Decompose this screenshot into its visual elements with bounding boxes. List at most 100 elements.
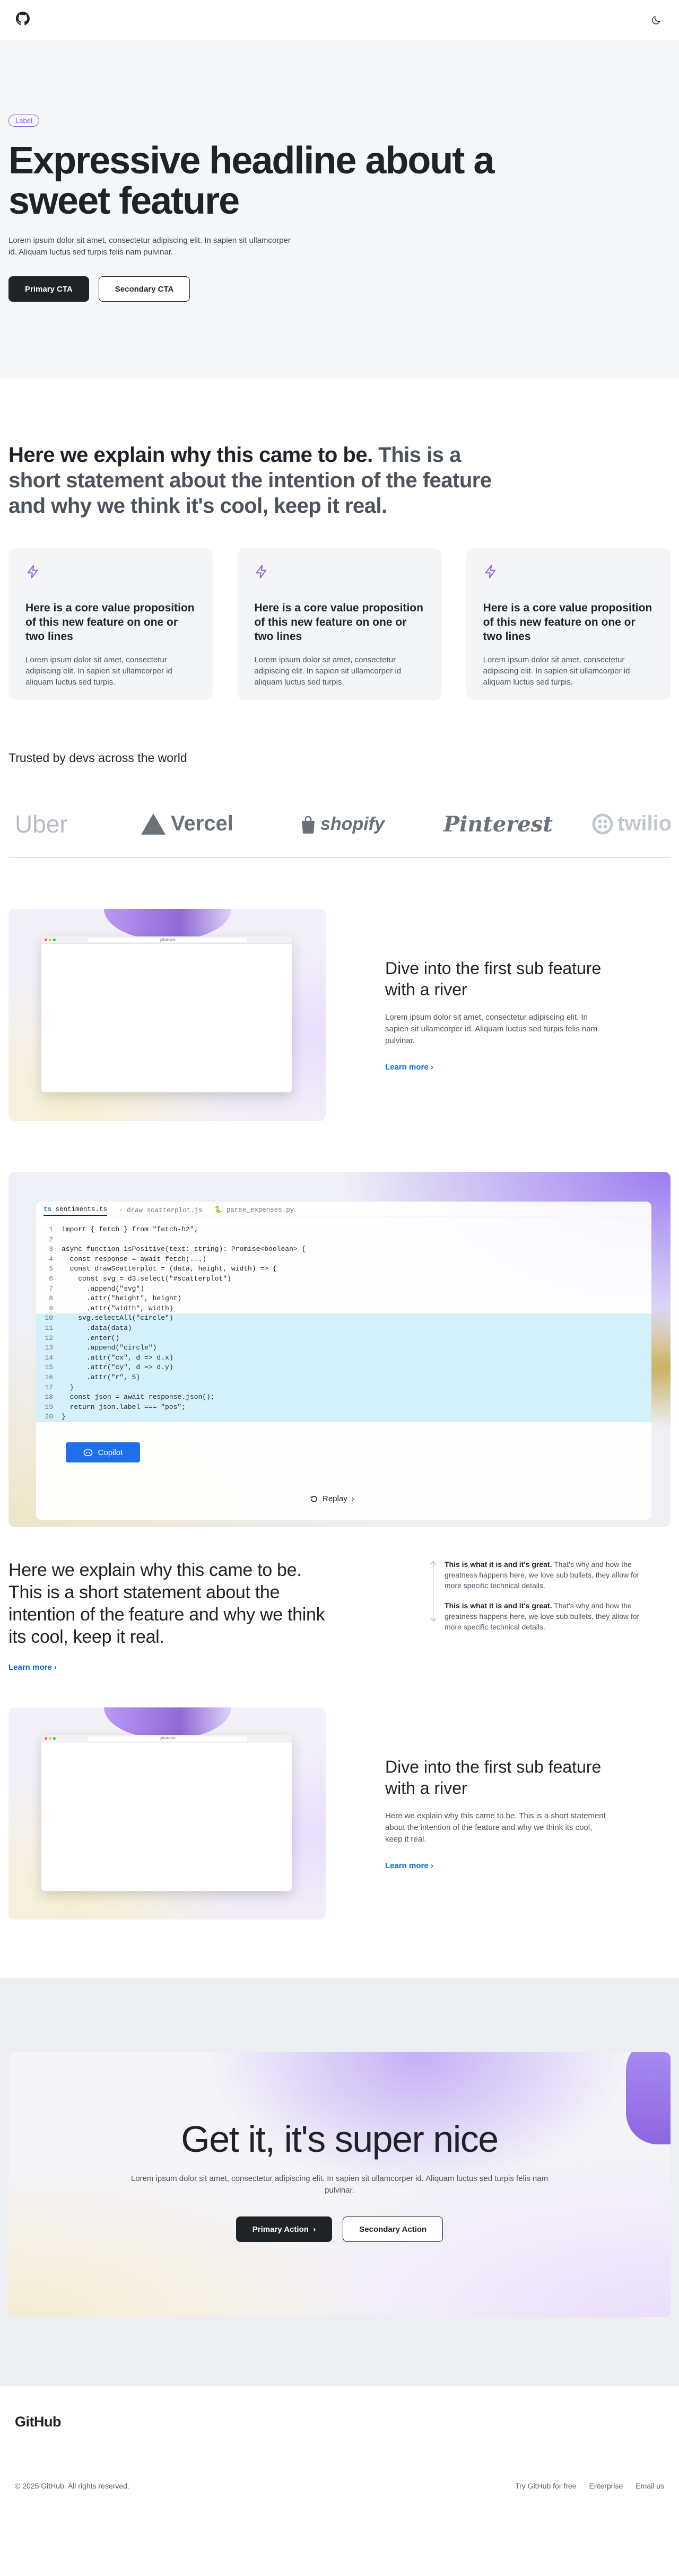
- river-body: Here we explain why this came to be. Thi…: [385, 1811, 606, 1844]
- line-number: 5: [49, 1265, 53, 1273]
- code-line: 19 return json.label === "pos";: [36, 1402, 651, 1413]
- hero-buttons: Primary CTA Secondary CTA: [8, 276, 671, 302]
- line-number: 12: [45, 1334, 53, 1342]
- github-wordmark[interactable]: GitHub: [15, 2414, 61, 2430]
- hero-badge: Label: [8, 115, 39, 127]
- learn-more-label: Learn more: [385, 1861, 429, 1870]
- github-logo-link[interactable]: [16, 12, 30, 28]
- explain-headline: Here we explain why this came to be. Thi…: [8, 1560, 325, 1647]
- learn-more-link[interactable]: Learn more ›: [8, 1663, 57, 1672]
- learn-more-link[interactable]: Learn more ›: [385, 1861, 433, 1870]
- learn-more-label: Learn more: [385, 1063, 429, 1072]
- primary-action-button[interactable]: Primary Action ›: [236, 2216, 333, 2242]
- river-title: Dive into the first sub feature with a r…: [385, 959, 602, 999]
- value-card: Here is a core value proposition of this…: [237, 548, 442, 700]
- vercel-logo: Vercel: [141, 812, 233, 836]
- learn-more-link[interactable]: Learn more ›: [385, 1063, 433, 1072]
- explain-left: Here we explain why this came to be. Thi…: [8, 1559, 337, 1686]
- replay-label: Replay: [323, 1494, 347, 1503]
- tab-parse-expenses-py[interactable]: 🐍 parse_expenses.py: [214, 1205, 294, 1216]
- code-showcase: ts sentiments.ts ⚡ draw_scatterplot.js 🐍…: [8, 1172, 671, 1527]
- shopping-bag-icon: [302, 816, 315, 834]
- footer-bottom-row: © 2025 GitHub. All rights reserved. Try …: [0, 2458, 679, 2513]
- footer-link-try-free[interactable]: Try GitHub for free: [515, 2482, 576, 2490]
- trusted-section: Trusted by devs across the world Uber Ve…: [0, 700, 679, 848]
- code-lines: 1 import { fetch } from "fetch-h2"; 2 3 asyn…: [36, 1216, 651, 1422]
- value-cards: Here is a core value proposition of this…: [8, 548, 671, 700]
- twilio-logo-text: twilio: [617, 812, 671, 835]
- secondary-cta-button[interactable]: Secondary CTA: [98, 276, 190, 302]
- maximize-dot-icon: [53, 1737, 56, 1740]
- code-text: }: [62, 1383, 74, 1391]
- code-line: 12 .enter(): [36, 1333, 651, 1344]
- line-number: 19: [45, 1403, 53, 1411]
- explain-bullets: This is what it is and it's great. That'…: [428, 1559, 656, 1686]
- chevron-right-icon: ›: [54, 1663, 57, 1672]
- bolt-icon: [27, 565, 38, 579]
- code-text: .attr("height", height): [62, 1294, 182, 1303]
- intro-section: Here we explain why this came to be. Thi…: [0, 379, 679, 700]
- code-line: 11 .data(data): [36, 1323, 651, 1334]
- footer-link-email[interactable]: Email us: [636, 2482, 664, 2490]
- bullet-item: This is what it is and it's great. That'…: [445, 1600, 656, 1632]
- line-number: 9: [49, 1304, 53, 1312]
- uber-logo: Uber: [15, 810, 68, 838]
- code-line: 8 .attr("height", height): [36, 1294, 651, 1304]
- feature-river-2: github.com Dive into the first sub featu…: [0, 1707, 679, 1920]
- bullet-strong: This is what it is and it's great.: [445, 1560, 552, 1569]
- editor-tabs: ts sentiments.ts ⚡ draw_scatterplot.js 🐍…: [36, 1202, 651, 1216]
- tab-sentiments-ts[interactable]: ts sentiments.ts: [43, 1205, 108, 1216]
- footer-link-enterprise[interactable]: Enterprise: [589, 2482, 623, 2490]
- code-line: 18 const json = await response.json();: [36, 1392, 651, 1403]
- replay-icon: [310, 1495, 317, 1502]
- tab-draw-scatterplot-js[interactable]: ⚡ draw_scatterplot.js: [119, 1205, 203, 1216]
- code-line: 10 svg.selectAll("circle"): [36, 1313, 651, 1324]
- cta-section: Get it, it's super nice Lorem ipsum dolo…: [0, 1978, 679, 2386]
- section-divider: [8, 857, 671, 858]
- feature-visual: github.com: [8, 1707, 326, 1920]
- twilio-logo: twilio: [592, 812, 671, 836]
- chevron-right-icon: ›: [430, 1861, 433, 1870]
- theme-toggle-button[interactable]: [649, 13, 663, 27]
- line-number: 16: [45, 1373, 53, 1381]
- primary-cta-button[interactable]: Primary CTA: [8, 276, 89, 302]
- bolt-icon: [485, 565, 495, 579]
- typescript-icon: ts: [43, 1206, 52, 1213]
- browser-mockup: github.com: [41, 1735, 292, 1891]
- code-line: 1 import { fetch } from "fetch-h2";: [36, 1225, 651, 1235]
- bullet-item: This is what it is and it's great. That'…: [445, 1559, 656, 1591]
- code-text: .append("circle"): [62, 1344, 157, 1352]
- code-text: async function isPositive(text: string):…: [62, 1245, 306, 1254]
- github-mark-icon: [16, 12, 30, 25]
- code-line: 9 .attr("width", width): [36, 1304, 651, 1314]
- footer: GitHub © 2025 GitHub. All rights reserve…: [0, 2386, 679, 2513]
- code-text: .append("svg"): [62, 1284, 145, 1293]
- code-text: }: [62, 1413, 66, 1421]
- copilot-button[interactable]: Copilot: [66, 1442, 140, 1462]
- pinterest-logo: Pinterest: [443, 812, 553, 837]
- vercel-logo-text: Vercel: [171, 812, 233, 835]
- minimize-dot-icon: [49, 939, 51, 941]
- code-line: 16 .attr("r", 5): [36, 1372, 651, 1383]
- cta-body: Lorem ipsum dolor sit amet, consectetur …: [130, 2174, 549, 2195]
- code-text: .enter(): [62, 1334, 120, 1342]
- python-icon: 🐍: [214, 1206, 223, 1214]
- code-text: .attr("width", width): [62, 1304, 173, 1312]
- learn-more-label: Learn more: [8, 1663, 52, 1672]
- hero-section: Label Expressive headline about a sweet …: [0, 40, 679, 379]
- javascript-icon: ⚡: [119, 1207, 123, 1214]
- browser-url-bar: github.com: [88, 937, 247, 942]
- trusted-heading: Trusted by devs across the world: [8, 751, 187, 765]
- line-number: 17: [45, 1383, 53, 1391]
- secondary-action-button[interactable]: Secondary Action: [343, 2216, 443, 2242]
- tab-label: draw_scatterplot.js: [127, 1207, 203, 1214]
- chevron-right-icon: ›: [313, 2224, 316, 2234]
- intro-headline: Here we explain why this came to be. Thi…: [8, 442, 502, 519]
- bullet-strong: This is what it is and it's great.: [445, 1601, 552, 1610]
- value-card-body: Lorem ipsum dolor sit amet, consectetur …: [25, 655, 172, 687]
- code-line: 15 .attr("cy", d => d.y): [36, 1363, 651, 1373]
- code-line: 4 const response = await fetch(...): [36, 1255, 651, 1265]
- replay-button[interactable]: Replay ›: [310, 1494, 354, 1503]
- logo-marquee: Uber Vercel shopify Pinterest twilio: [8, 800, 671, 848]
- feature-river-text: Dive into the first sub feature with a r…: [385, 1756, 608, 1871]
